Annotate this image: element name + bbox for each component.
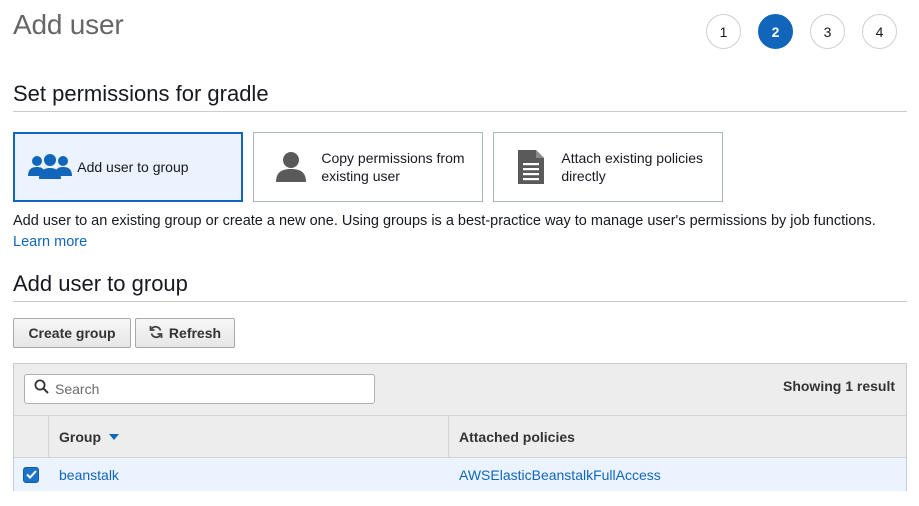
column-separator <box>448 416 449 457</box>
search-icon <box>34 379 49 399</box>
row-group-cell: beanstalk <box>59 458 119 491</box>
option-label: Copy permissions from existing user <box>321 150 465 184</box>
permissions-description: Add user to an existing group or create … <box>13 211 913 253</box>
option-add-user-to-group[interactable]: Add user to group <box>13 132 243 202</box>
option-label: Attach existing policies directly <box>561 150 703 184</box>
table-row[interactable]: beanstalk AWSElasticBeanstalkFullAccess <box>14 458 906 491</box>
group-section-heading: Add user to group <box>13 271 188 296</box>
column-separator <box>48 416 49 457</box>
column-header-label: Group <box>59 428 101 445</box>
permissions-heading: Set permissions for gradle <box>13 81 269 106</box>
refresh-label: Refresh <box>168 325 222 341</box>
sort-desc-icon <box>109 433 119 440</box>
step-1[interactable]: 1 <box>706 14 741 49</box>
step-3[interactable]: 3 <box>810 14 845 49</box>
users-group-icon <box>27 152 73 182</box>
checkbox-checked-icon[interactable] <box>23 466 39 483</box>
step-4[interactable]: 4 <box>862 14 897 49</box>
refresh-icon <box>149 325 163 342</box>
column-header-policies[interactable]: Attached policies <box>459 416 575 457</box>
user-icon <box>268 151 313 183</box>
divider <box>13 301 907 302</box>
option-label: Add user to group <box>77 159 189 175</box>
description-text: Add user to an existing group or create … <box>13 213 876 229</box>
groups-table: Showing 1 result Group Attached policies… <box>13 363 907 491</box>
row-policies-cell: AWSElasticBeanstalkFullAccess <box>459 458 661 491</box>
document-icon <box>508 149 553 185</box>
divider <box>13 111 907 112</box>
policy-link[interactable]: AWSElasticBeanstalkFullAccess <box>459 467 661 483</box>
table-header: Group Attached policies <box>14 416 906 458</box>
search-box[interactable] <box>24 374 375 404</box>
refresh-button[interactable]: Refresh <box>135 318 235 348</box>
learn-more-link[interactable]: Learn more <box>13 234 87 250</box>
step-2-current[interactable]: 2 <box>758 14 793 49</box>
search-input[interactable] <box>55 381 355 397</box>
row-checkbox[interactable] <box>23 458 39 491</box>
group-link[interactable]: beanstalk <box>59 467 119 483</box>
column-header-group[interactable]: Group <box>59 416 119 457</box>
create-group-button[interactable]: Create group <box>13 318 131 348</box>
option-copy-permissions[interactable]: Copy permissions from existing user <box>253 132 483 202</box>
option-attach-policies[interactable]: Attach existing policies directly <box>493 132 723 202</box>
result-count: Showing 1 result <box>782 378 895 394</box>
page-title: Add user <box>13 9 124 40</box>
table-toolbar: Showing 1 result <box>14 364 906 416</box>
